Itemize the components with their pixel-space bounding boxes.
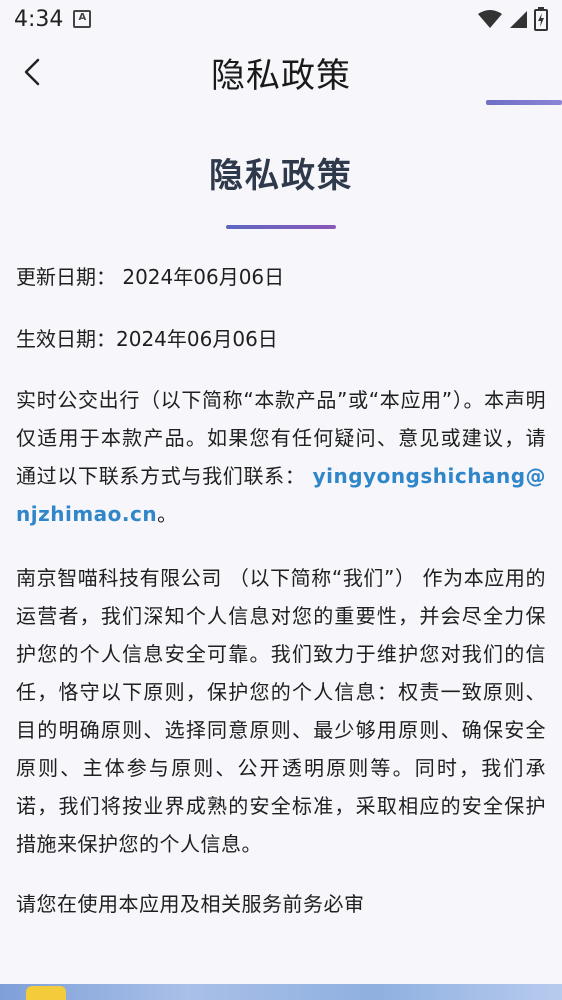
- bottom-taskbar-strip: [0, 984, 562, 1000]
- battery-charging-icon: [534, 7, 548, 31]
- status-icons: [478, 7, 548, 31]
- policy-content[interactable]: 隐私政策 更新日期： 2024年06月06日 生效日期：2024年06月06日 …: [16, 140, 546, 923]
- intro-paragraph: 实时公交出行（以下简称“本款产品”或“本应用”）。本声明仅适用于本款产品。如果您…: [16, 381, 546, 533]
- page-heading: 隐私政策: [209, 156, 353, 196]
- heading-divider: [226, 225, 336, 229]
- updated-label: 更新日期：: [16, 265, 116, 289]
- updated-date: 2024年06月06日: [122, 265, 285, 289]
- wifi-icon: [478, 10, 502, 28]
- status-time: 4:34: [14, 6, 64, 32]
- partial-paragraph: 请您在使用本应用及相关服务前务必审: [16, 892, 365, 916]
- taskbar-app-icon: [26, 986, 66, 1000]
- app-bar-accent-line: [486, 100, 562, 105]
- signal-icon: [510, 11, 527, 28]
- app-title: 隐私政策: [211, 56, 351, 96]
- notification-icon: A: [73, 10, 92, 28]
- effective-date: 2024年06月06日: [116, 327, 278, 351]
- company-paragraph: 南京智喵科技有限公司 （以下简称“我们”） 作为本应用的运营者，我们深知个人信息…: [16, 566, 546, 856]
- updated-date-line: 更新日期： 2024年06月06日: [16, 261, 546, 293]
- app-bar: 隐私政策: [0, 38, 562, 108]
- status-left: 4:34 A: [14, 6, 92, 32]
- effective-date-line: 生效日期：2024年06月06日: [16, 323, 546, 355]
- status-bar: 4:34 A: [0, 0, 562, 38]
- effective-label: 生效日期：: [16, 327, 116, 351]
- email-suffix: 。: [157, 502, 178, 526]
